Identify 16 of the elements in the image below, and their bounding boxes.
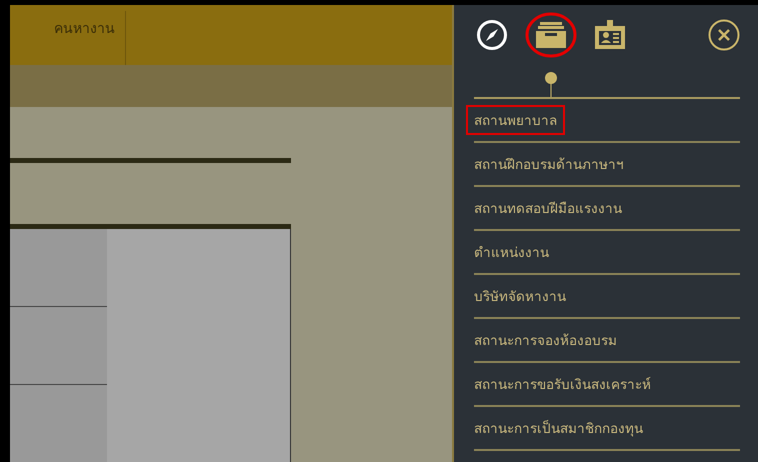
annotation-circle: [525, 12, 577, 58]
menu-item[interactable]: บริษัทจัดหางาน: [466, 281, 574, 311]
menu-item[interactable]: สถานะการขอรับเงินสงเคราะห์: [466, 369, 659, 399]
compass-icon: [476, 19, 508, 51]
tab-indicator: [544, 71, 558, 99]
close-icon: [708, 19, 740, 51]
menu-item[interactable]: สถานะการเป็นสมาชิกกองทุน: [466, 413, 651, 443]
close-button[interactable]: [708, 19, 740, 51]
menu-item[interactable]: ตำแหน่งงาน: [466, 237, 557, 267]
menu-item[interactable]: สถานทดสอบฝีมือแรงงาน: [466, 193, 630, 223]
id-card-icon: [594, 20, 626, 50]
tray-tab[interactable]: [525, 12, 577, 58]
menu-item[interactable]: สถานพยาบาล: [466, 105, 565, 135]
tray-icon: [535, 21, 567, 49]
menu-item[interactable]: สถานฝึกอบรมด้านภาษาฯ: [466, 149, 632, 179]
menu-item[interactable]: สถานะการจองห้องอบรม: [466, 325, 625, 355]
